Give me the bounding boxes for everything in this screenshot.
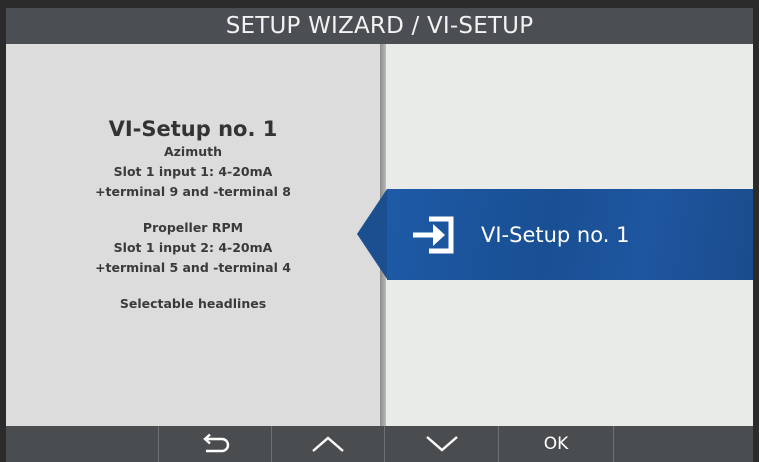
chevron-up-icon <box>312 436 344 452</box>
setup-heading: VI-Setup no. 1 <box>108 117 278 141</box>
ok-button[interactable]: OK <box>498 426 613 462</box>
back-arrow-icon <box>203 433 230 453</box>
selection-pointer <box>357 189 387 279</box>
info-line-selectable-headlines: Selectable headlines <box>119 296 267 311</box>
setup-info: VI-Setup no. 1 Azimuth Slot 1 input 1: 4… <box>6 116 380 314</box>
down-button[interactable] <box>384 426 498 462</box>
softkey-empty-right[interactable] <box>613 426 753 462</box>
info-line-slot1-input2: Slot 1 input 2: 4-20mA <box>113 240 273 255</box>
chevron-down-icon <box>425 436 458 452</box>
info-line-terminal-5-4: +terminal 5 and -terminal 4 <box>95 260 291 275</box>
enter-icon <box>413 216 454 254</box>
selected-setup-item[interactable]: VI-Setup no. 1 <box>357 189 753 280</box>
softkey-bar: OK <box>6 426 753 462</box>
up-button[interactable] <box>271 426 384 462</box>
info-line-terminal-9-8: +terminal 9 and -terminal 8 <box>95 184 291 199</box>
ok-button-label: OK <box>543 434 569 454</box>
window-title: SETUP WIZARD / VI-SETUP <box>6 8 753 44</box>
page-title: SETUP WIZARD / VI-SETUP <box>225 13 534 39</box>
softkey-empty[interactable] <box>6 426 158 462</box>
back-button[interactable] <box>158 426 271 462</box>
info-line-azimuth: Azimuth <box>163 144 223 159</box>
selection-label: VI-Setup no. 1 <box>481 222 630 247</box>
info-line-propeller-rpm: Propeller RPM <box>142 220 244 235</box>
selection-highlight: VI-Setup no. 1 <box>387 189 753 280</box>
info-line-slot1-input1: Slot 1 input 1: 4-20mA <box>113 164 273 179</box>
info-panel: VI-Setup no. 1 Azimuth Slot 1 input 1: 4… <box>6 44 380 426</box>
